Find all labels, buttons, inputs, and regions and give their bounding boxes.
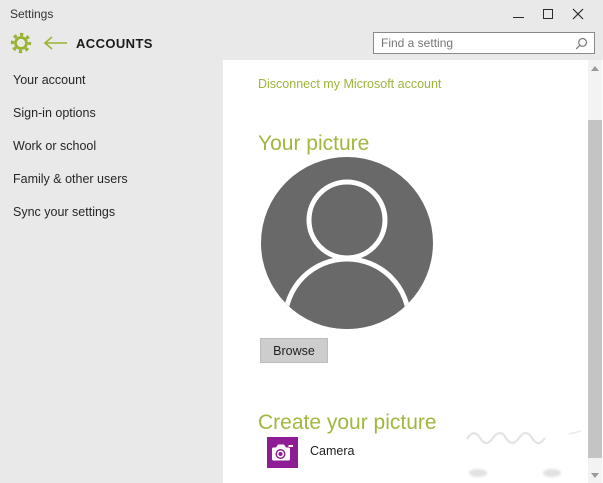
settings-window: Settings ACCOUNTS Find a setting Your ac… bbox=[0, 0, 603, 483]
watermark-smudge bbox=[543, 469, 561, 477]
maximize-button[interactable] bbox=[533, 0, 563, 28]
minimize-icon bbox=[512, 16, 524, 18]
your-picture-heading: Your picture bbox=[258, 132, 370, 156]
user-silhouette-icon bbox=[261, 157, 433, 329]
search-icon[interactable] bbox=[575, 37, 588, 50]
sidebar-item-work-or-school[interactable]: Work or school bbox=[0, 130, 223, 163]
window-controls bbox=[503, 0, 593, 28]
search-box[interactable] bbox=[373, 32, 595, 54]
content-pane: Disconnect my Microsoft account Your pic… bbox=[223, 60, 603, 483]
search-input[interactable] bbox=[374, 34, 575, 52]
close-icon bbox=[572, 8, 584, 20]
camera-option[interactable]: Camera bbox=[267, 437, 354, 468]
minimize-button[interactable] bbox=[503, 0, 533, 28]
sidebar-item-family-other-users[interactable]: Family & other users bbox=[0, 163, 223, 196]
maximize-icon bbox=[543, 9, 553, 19]
scroll-down-arrow-icon[interactable] bbox=[588, 468, 602, 482]
window-title: Settings bbox=[10, 7, 54, 21]
create-your-picture-heading: Create your picture bbox=[258, 411, 437, 435]
disconnect-account-link[interactable]: Disconnect my Microsoft account bbox=[258, 77, 441, 91]
scrollbar-thumb[interactable] bbox=[588, 120, 602, 458]
sidebar-item-sync-your-settings[interactable]: Sync your settings bbox=[0, 196, 223, 229]
camera-icon bbox=[267, 437, 298, 468]
close-button[interactable] bbox=[563, 0, 593, 28]
page-title: ACCOUNTS bbox=[76, 36, 153, 51]
back-arrow-icon[interactable] bbox=[43, 36, 68, 50]
vertical-scrollbar[interactable] bbox=[588, 60, 602, 483]
sidebar: Your account Sign-in options Work or sch… bbox=[0, 60, 223, 483]
watermark-smudge bbox=[469, 469, 487, 477]
scroll-up-arrow-icon[interactable] bbox=[588, 61, 602, 75]
gear-icon bbox=[10, 32, 32, 54]
sidebar-item-sign-in-options[interactable]: Sign-in options bbox=[0, 97, 223, 130]
browse-button[interactable]: Browse bbox=[260, 338, 328, 363]
window-chrome: Settings ACCOUNTS bbox=[0, 0, 603, 60]
sidebar-item-your-account[interactable]: Your account bbox=[0, 64, 223, 97]
camera-label: Camera bbox=[310, 444, 355, 458]
watermark bbox=[466, 430, 582, 445]
